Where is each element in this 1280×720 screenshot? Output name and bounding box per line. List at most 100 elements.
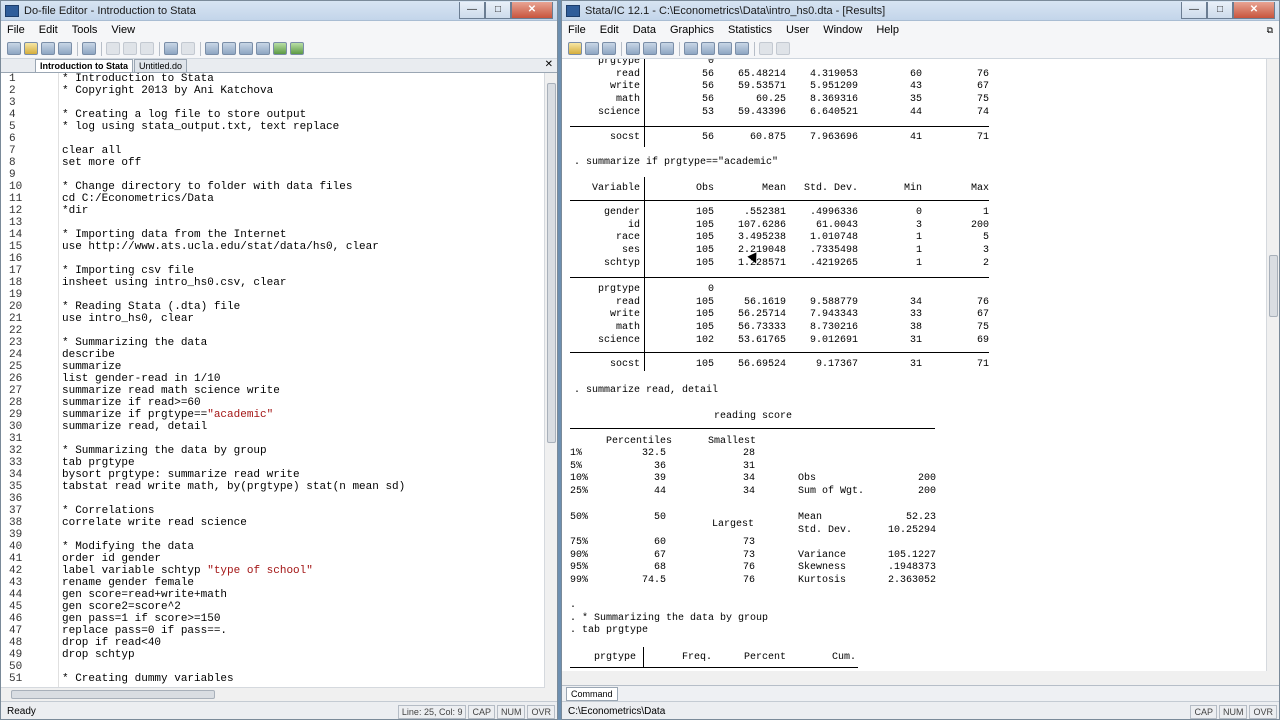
code-line[interactable]: 11 cd C:/Econometrics/Data (1, 193, 214, 205)
print-icon[interactable] (58, 42, 72, 55)
maximize-button[interactable]: □ (1207, 1, 1233, 19)
tab-untitled[interactable]: Untitled.do (134, 59, 188, 72)
code-editor[interactable]: 1 * Introduction to Stata 2 * Copyright 201… (1, 73, 545, 687)
redo-icon[interactable] (181, 42, 195, 55)
print-icon[interactable] (602, 42, 616, 55)
minimize-button[interactable]: — (1181, 1, 1207, 19)
dofile-titlebar[interactable]: Do-file Editor - Introduction to Stata —… (1, 1, 557, 21)
code-line[interactable]: 2 * Copyright 2013 by Ani Katchova (1, 85, 273, 97)
code-line[interactable]: 15 use http://www.ats.ucla.edu/stat/data/… (1, 241, 379, 253)
menu-file[interactable]: File (7, 24, 25, 36)
scroll-thumb[interactable] (11, 690, 215, 699)
menu-graphics[interactable]: Graphics (670, 24, 714, 36)
code-line[interactable]: 48 drop if read<40 (1, 637, 161, 649)
code-line[interactable]: 51 * Creating dummy variables (1, 673, 234, 685)
code-line[interactable]: 23 * Summarizing the data (1, 337, 207, 349)
menu-data[interactable]: Data (633, 24, 656, 36)
code-line[interactable]: 18 insheet using intro_hs0.csv, clear (1, 277, 286, 289)
code-line[interactable]: 42 label variable schtyp "type of school" (1, 565, 313, 577)
code-line[interactable]: 26 list gender-read in 1/10 (1, 373, 220, 385)
minimize-button[interactable]: — (459, 1, 485, 19)
bookmark-icon[interactable] (239, 42, 253, 55)
indent-icon[interactable] (205, 42, 219, 55)
code-line[interactable]: 41 order id gender (1, 553, 161, 565)
results-vertical-scrollbar[interactable] (1266, 59, 1279, 671)
menu-user[interactable]: User (786, 24, 809, 36)
menu-edit[interactable]: Edit (600, 24, 619, 36)
dofile-editor-icon[interactable] (684, 42, 698, 55)
find-icon[interactable] (82, 42, 96, 55)
open-file-icon[interactable] (24, 42, 38, 55)
undo-icon[interactable] (164, 42, 178, 55)
save-icon[interactable] (41, 42, 55, 55)
code-line[interactable]: 10 * Change directory to folder with data… (1, 181, 352, 193)
results-titlebar[interactable]: Stata/IC 12.1 - C:\Econometrics\Data\int… (562, 1, 1279, 21)
code-line[interactable]: 47 replace pass=0 if pass==. (1, 625, 227, 637)
code-line[interactable]: 16 (1, 253, 41, 265)
save-icon[interactable] (585, 42, 599, 55)
code-line[interactable]: 44 gen score=read+write+math (1, 589, 227, 601)
code-line[interactable]: 35 tabstat read write math, by(prgtype) s… (1, 481, 405, 493)
code-line[interactable]: 46 gen pass=1 if score>=150 (1, 613, 220, 625)
code-line[interactable]: 28 summarize if read>=60 (1, 397, 201, 409)
scroll-thumb[interactable] (1269, 255, 1278, 317)
data-browser-icon[interactable] (718, 42, 732, 55)
menu-statistics[interactable]: Statistics (728, 24, 772, 36)
code-line[interactable]: 43 rename gender female (1, 577, 194, 589)
code-line[interactable]: 7 clear all (1, 145, 121, 157)
code-line[interactable]: 37 * Correlations (1, 505, 154, 517)
tab-introduction-to-stata[interactable]: Introduction to Stata (35, 59, 133, 72)
more-icon[interactable] (759, 42, 773, 55)
code-line[interactable]: 34 bysort prgtype: summarize read write (1, 469, 300, 481)
code-line[interactable]: 20 * Reading Stata (.dta) file (1, 301, 240, 313)
copy-icon[interactable] (123, 42, 137, 55)
code-line[interactable]: 40 * Modifying the data (1, 541, 194, 553)
code-line[interactable]: 3 (1, 97, 41, 109)
run-icon[interactable] (273, 42, 287, 55)
editor-horizontal-scrollbar[interactable] (1, 687, 545, 701)
maximize-button[interactable]: □ (485, 1, 511, 19)
results-pane[interactable]: prgtype 0 read 56 65.48214 4.319053 60 76 write 5… (562, 59, 1266, 671)
code-line[interactable]: 25 summarize (1, 361, 121, 373)
scroll-thumb[interactable] (547, 83, 556, 443)
open-icon[interactable] (568, 42, 582, 55)
viewer-icon[interactable] (643, 42, 657, 55)
restore-window-icon[interactable]: ⧉ (1267, 25, 1273, 36)
new-file-icon[interactable] (7, 42, 21, 55)
menu-help[interactable]: Help (876, 24, 899, 36)
close-button[interactable]: ✕ (1233, 1, 1275, 19)
code-line[interactable]: 4 * Creating a log file to store output (1, 109, 306, 121)
break-icon[interactable] (776, 42, 790, 55)
code-line[interactable]: 12 *dir (1, 205, 88, 217)
graph-icon[interactable] (660, 42, 674, 55)
code-line[interactable]: 5 * log using stata_output.txt, text repl… (1, 121, 339, 133)
code-line[interactable]: 21 use intro_hs0, clear (1, 313, 194, 325)
code-line[interactable]: 38 correlate write read science (1, 517, 247, 529)
code-line[interactable]: 30 summarize read, detail (1, 421, 207, 433)
code-line[interactable]: 45 gen score2=score^2 (1, 601, 181, 613)
menu-window[interactable]: Window (823, 24, 862, 36)
code-line[interactable]: 24 describe (1, 349, 115, 361)
code-line[interactable]: 31 (1, 433, 41, 445)
cut-icon[interactable] (106, 42, 120, 55)
close-tab-icon[interactable]: ✕ (545, 59, 553, 70)
menu-edit[interactable]: Edit (39, 24, 58, 36)
paste-icon[interactable] (140, 42, 154, 55)
code-line[interactable]: 50 (1, 661, 41, 673)
data-editor-icon[interactable] (701, 42, 715, 55)
code-line[interactable]: 32 * Summarizing the data by group (1, 445, 267, 457)
unindent-icon[interactable] (222, 42, 236, 55)
code-line[interactable]: 19 (1, 289, 41, 301)
next-bookmark-icon[interactable] (256, 42, 270, 55)
code-line[interactable]: 14 * Importing data from the Internet (1, 229, 286, 241)
command-tab[interactable]: Command (566, 687, 618, 701)
code-line[interactable]: 17 * Importing csv file (1, 265, 194, 277)
code-line[interactable]: 22 (1, 325, 41, 337)
log-icon[interactable] (626, 42, 640, 55)
code-line[interactable]: 33 tab prgtype (1, 457, 135, 469)
code-line[interactable]: 13 (1, 217, 41, 229)
execute-icon[interactable] (290, 42, 304, 55)
code-line[interactable]: 8 set more off (1, 157, 141, 169)
menu-tools[interactable]: Tools (72, 24, 98, 36)
variables-manager-icon[interactable] (735, 42, 749, 55)
